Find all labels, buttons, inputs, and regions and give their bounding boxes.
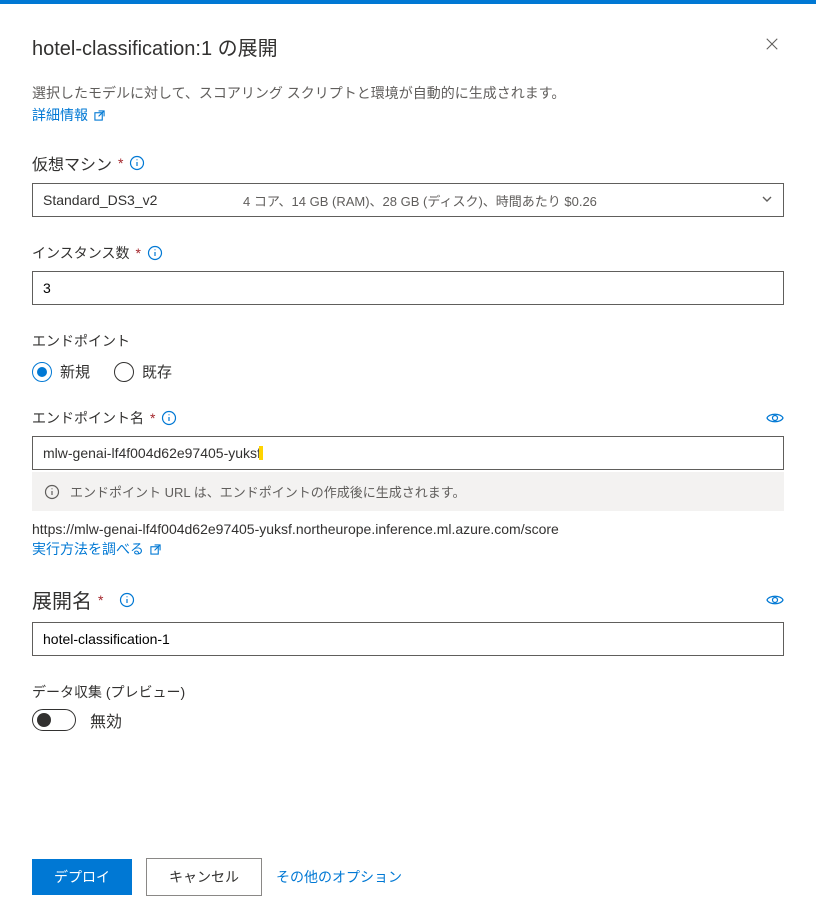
instances-info-icon[interactable] [147, 245, 163, 261]
details-link[interactable]: 詳細情報 [32, 105, 105, 125]
external-link-icon [94, 110, 105, 121]
vm-section: 仮想マシン * Standard_DS3_v2 4 コア、14 GB (RAM)… [32, 151, 784, 217]
vm-selected: Standard_DS3_v2 [43, 192, 243, 208]
text-caret-icon [259, 446, 263, 460]
instances-input[interactable] [32, 271, 784, 305]
endpoint-radio-existing[interactable]: 既存 [114, 361, 172, 382]
info-icon [44, 484, 60, 500]
data-collection-state: 無効 [90, 708, 122, 732]
info-icon [129, 155, 145, 171]
instances-label-row: インスタンス数 * [32, 243, 784, 263]
instances-section: インスタンス数 * [32, 243, 784, 305]
instances-label: インスタンス数 [32, 243, 129, 263]
panel-footer: デプロイ キャンセル その他のオプション [32, 858, 402, 896]
toggle-knob-icon [37, 713, 51, 727]
deploy-button[interactable]: デプロイ [32, 859, 132, 895]
howto-link-label: 実行方法を調べる [32, 539, 144, 559]
data-collection-toggle[interactable] [32, 709, 76, 731]
endpoint-name-info-icon[interactable] [161, 410, 177, 426]
deploy-name-label: 展開名 [32, 585, 92, 614]
data-collection-section: データ収集 (プレビュー) 無効 [32, 682, 784, 732]
info-icon [119, 592, 135, 608]
endpoint-name-label: エンドポイント名 [32, 408, 144, 428]
vm-label-row: 仮想マシン * [32, 151, 784, 175]
vm-dropdown[interactable]: Standard_DS3_v2 4 コア、14 GB (RAM)、28 GB (… [32, 183, 784, 217]
eye-icon [766, 411, 784, 425]
deploy-name-section: 展開名 * [32, 585, 784, 656]
endpoint-url-banner: エンドポイント URL は、エンドポイントの作成後に生成されます。 [32, 472, 784, 511]
details-link-label: 詳細情報 [32, 105, 88, 125]
endpoint-radio-group: 新規 既存 [32, 361, 784, 382]
deploy-name-info-icon[interactable] [119, 592, 135, 608]
panel-header: hotel-classification:1 の展開 [32, 32, 784, 61]
endpoint-radio-new[interactable]: 新規 [32, 361, 90, 382]
cancel-button[interactable]: キャンセル [146, 858, 262, 896]
radio-circle-icon [114, 362, 134, 382]
data-collection-toggle-row: 無効 [32, 708, 784, 732]
deploy-name-label-row: 展開名 * [32, 585, 784, 614]
vm-label: 仮想マシン [32, 151, 112, 175]
vm-required: * [118, 155, 123, 171]
instances-required: * [135, 245, 140, 261]
radio-circle-checked-icon [32, 362, 52, 382]
chevron-down-icon [761, 193, 773, 208]
data-collection-label: データ収集 (プレビュー) [32, 682, 784, 702]
deploy-name-input[interactable] [32, 622, 784, 656]
endpoint-url-text: https://mlw-genai-lf4f004d62e97405-yuksf… [32, 521, 784, 537]
endpoint-radio-existing-label: 既存 [142, 361, 172, 382]
endpoint-name-required: * [150, 410, 155, 426]
intro-description: 選択したモデルに対して、スコアリング スクリプトと環境が自動的に生成されます。 [32, 83, 784, 103]
endpoint-label: エンドポイント [32, 331, 784, 351]
endpoint-radio-new-label: 新規 [60, 361, 90, 382]
deploy-name-required: * [98, 592, 103, 608]
more-options-link[interactable]: その他のオプション [276, 867, 402, 887]
deploy-panel: hotel-classification:1 の展開 選択したモデルに対して、ス… [0, 0, 816, 916]
endpoint-name-section: エンドポイント名 * mlw-genai-lf4f004d62e97405-yu… [32, 408, 784, 559]
vm-detail: 4 コア、14 GB (RAM)、28 GB (ディスク)、時間あたり $0.2… [243, 191, 753, 210]
deploy-name-preview-button[interactable] [766, 593, 784, 607]
endpoint-name-label-row: エンドポイント名 * [32, 408, 784, 428]
close-icon [765, 37, 779, 51]
panel-title: hotel-classification:1 の展開 [32, 32, 278, 61]
endpoint-name-input[interactable]: mlw-genai-lf4f004d62e97405-yuksf [32, 436, 784, 470]
endpoint-url-banner-text: エンドポイント URL は、エンドポイントの作成後に生成されます。 [70, 482, 465, 501]
vm-info-icon[interactable] [129, 155, 145, 171]
close-button[interactable] [760, 32, 784, 56]
endpoint-section: エンドポイント 新規 既存 [32, 331, 784, 382]
info-icon [161, 410, 177, 426]
endpoint-name-preview-button[interactable] [766, 411, 784, 425]
info-icon [147, 245, 163, 261]
external-link-icon [150, 544, 161, 555]
endpoint-name-value: mlw-genai-lf4f004d62e97405-yuksf [43, 445, 261, 461]
howto-link[interactable]: 実行方法を調べる [32, 539, 161, 559]
eye-icon [766, 593, 784, 607]
